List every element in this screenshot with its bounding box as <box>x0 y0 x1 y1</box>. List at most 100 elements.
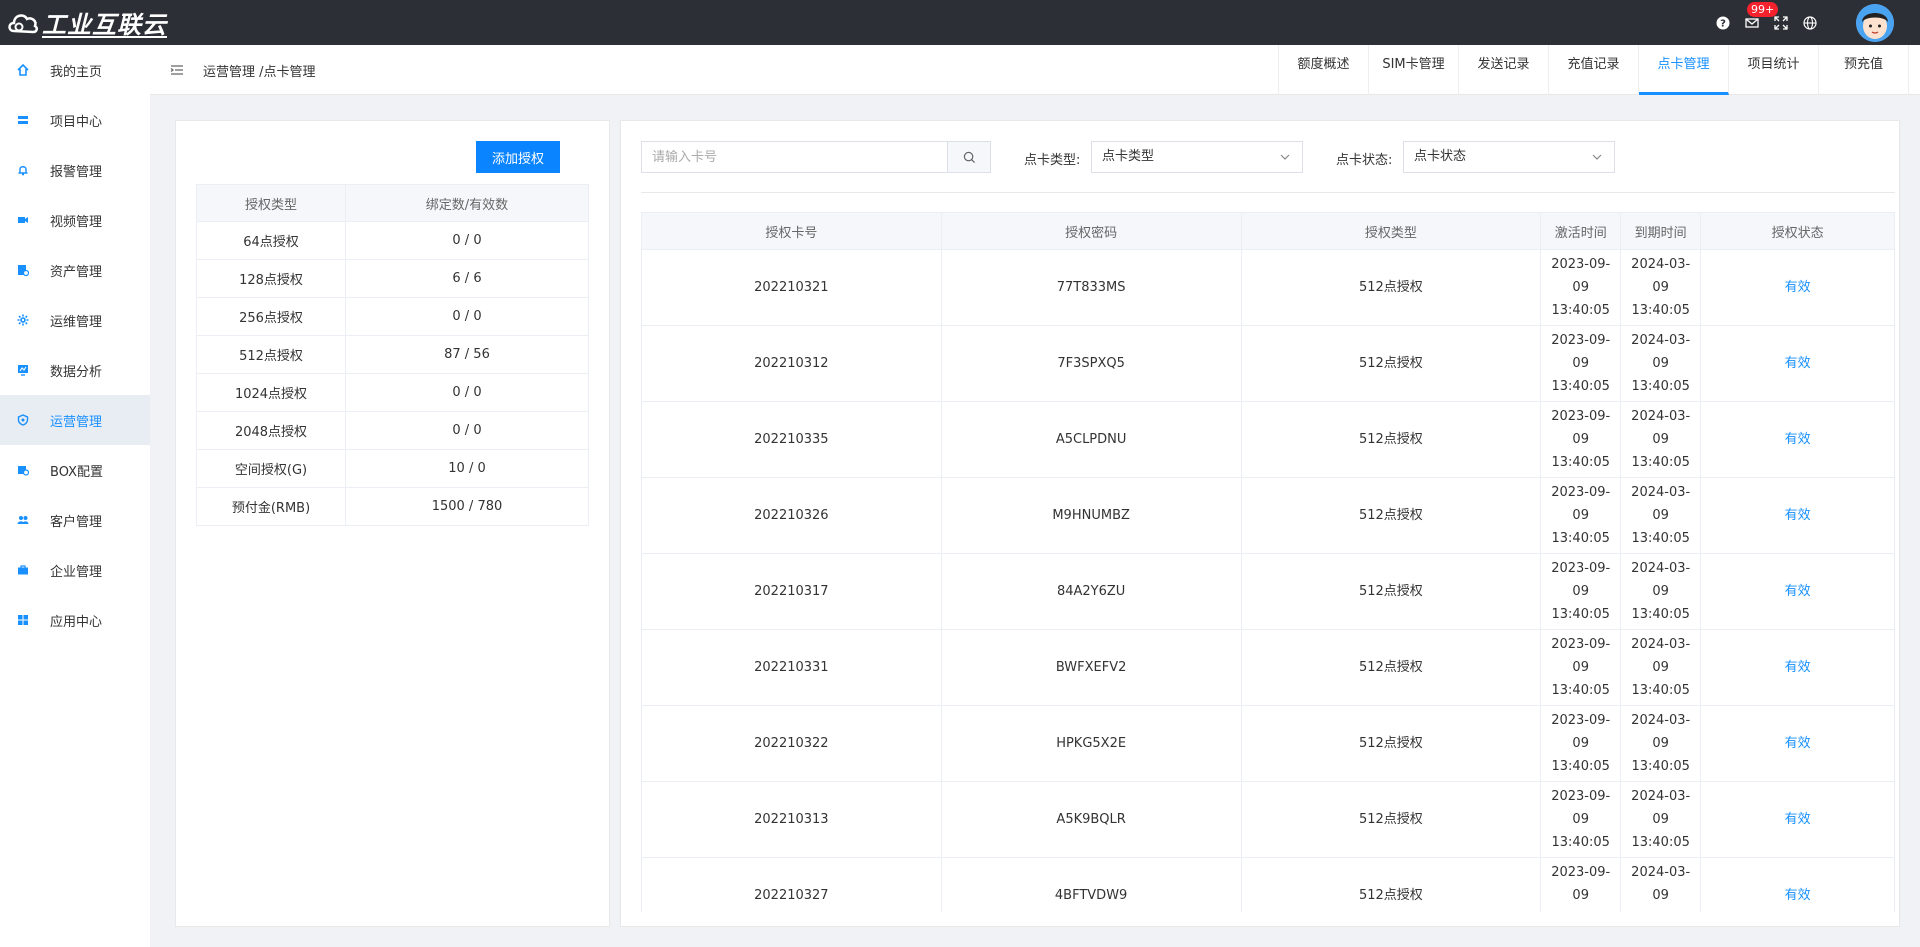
avatar[interactable] <box>1856 3 1894 42</box>
sidebar-item-label: 应用中心 <box>50 614 103 630</box>
tab-project-stats[interactable]: 项目统计 <box>1729 45 1819 95</box>
tab-card-management[interactable]: 点卡管理 <box>1639 45 1729 95</box>
help-icon[interactable]: ? <box>1716 16 1730 30</box>
bound-valid-cell: 0 / 0 <box>345 411 589 450</box>
tab-prepaid[interactable]: 预充值 <box>1819 45 1909 95</box>
status-cell[interactable]: 有效 <box>1700 781 1895 858</box>
status-cell[interactable]: 有效 <box>1700 705 1895 782</box>
sidebar-item-label: 运营管理 <box>50 414 103 430</box>
sidebar-item-video[interactable]: 视频管理 <box>0 195 150 245</box>
table-row: 202210335 A5CLPDNU 512点授权 2023-09-09 13:40:… <box>641 401 1895 478</box>
chart-icon <box>16 363 30 377</box>
sidebar-item-box-config[interactable]: BOX配置 <box>0 445 150 495</box>
sidebar-item-enterprise[interactable]: 企业管理 <box>0 545 150 595</box>
activation-time-cell: 2023-09-09 13:40:05 <box>1540 705 1622 782</box>
column-header: 授权类型 <box>196 184 346 222</box>
top-bar: 工业互联云 ? 99+ <box>0 0 1920 45</box>
search-button[interactable] <box>947 141 991 173</box>
activation-time-cell: 2023-09-09 13:40:05 <box>1540 629 1622 706</box>
search-icon <box>963 151 975 163</box>
auth-type-cell: 128点授权 <box>196 259 346 298</box>
sidebar-item-operations[interactable]: 运营管理 <box>0 395 150 445</box>
status-cell[interactable]: 有效 <box>1700 629 1895 706</box>
card-type-cell: 512点授权 <box>1240 629 1542 706</box>
sidebar-item-projects[interactable]: 项目中心 <box>0 95 150 145</box>
table-row: 202210313 A5K9BQLR 512点授权 2023-09-09 13:40:… <box>641 781 1895 858</box>
table-row: 空间授权(G) 10 / 0 <box>196 449 589 488</box>
table-row: 256点授权 0 / 0 <box>196 297 589 336</box>
card-number-cell: 202210312 <box>641 325 942 402</box>
card-type-cell: 512点授权 <box>1240 325 1542 402</box>
activation-time-cell: 2023-09-09 13:40:05 <box>1540 249 1622 326</box>
table-row: 202210312 7F3SPXQ5 512点授权 2023-09-09 13:40:… <box>641 325 1895 402</box>
sidebar-item-apps[interactable]: 应用中心 <box>0 595 150 645</box>
expiry-time-cell: 2024-03-09 13:40:05 <box>1620 249 1702 326</box>
chevron-down-icon <box>1592 154 1602 160</box>
table-row: 202210317 84A2Y6ZU 512点授权 2023-09-09 13:40:… <box>641 553 1895 630</box>
sidebar-item-analytics[interactable]: 数据分析 <box>0 345 150 395</box>
tab-recharge-records[interactable]: 充值记录 <box>1549 45 1639 95</box>
globe-icon[interactable] <box>1803 15 1817 30</box>
authorization-summary-table: 授权类型 绑定数/有效数 64点授权 0 / 0 128点授权 6 / 6 256点… <box>196 184 589 526</box>
card-number-cell: 202210326 <box>641 477 942 554</box>
status-cell[interactable]: 有效 <box>1700 325 1895 402</box>
sidebar-item-label: 我的主页 <box>50 64 103 80</box>
card-password-cell: A5K9BQLR <box>940 781 1242 858</box>
card-number-input[interactable] <box>641 141 947 173</box>
sidebar-item-label: 报警管理 <box>50 164 103 180</box>
card-password-cell: 7F3SPXQ5 <box>940 325 1242 402</box>
tab-send-records[interactable]: 发送记录 <box>1459 45 1549 95</box>
tab-quota-overview[interactable]: 额度概述 <box>1279 45 1369 95</box>
bound-valid-cell: 0 / 0 <box>345 373 589 412</box>
project-icon <box>16 113 30 127</box>
sidebar-item-label: 客户管理 <box>50 514 103 530</box>
sidebar-item-label: 项目中心 <box>50 114 103 130</box>
bound-valid-cell: 87 / 56 <box>345 335 589 374</box>
expiry-time-cell: 2024-03-09 13:40:05 <box>1620 477 1702 554</box>
expiry-time-cell: 2024-03-09 13:40:05 <box>1620 325 1702 402</box>
svg-text:?: ? <box>1720 18 1726 29</box>
column-header: 授权密码 <box>940 212 1242 250</box>
card-number-cell: 202210317 <box>641 553 942 630</box>
tab-bar: 额度概述 SIM卡管理 发送记录 充值记录 点卡管理 项目统计 预充值 <box>1278 45 1909 95</box>
notification-badge: 99+ <box>1747 1 1779 17</box>
sidebar-item-customers[interactable]: 客户管理 <box>0 495 150 545</box>
sidebar-item-label: 运维管理 <box>50 314 103 330</box>
users-icon <box>16 513 30 527</box>
card-status-value: 点卡状态 <box>1414 149 1467 164</box>
bound-valid-cell: 0 / 0 <box>345 221 589 260</box>
table-row: 1024点授权 0 / 0 <box>196 373 589 412</box>
bound-valid-cell: 0 / 0 <box>345 297 589 336</box>
sidebar-item-maintenance[interactable]: 运维管理 <box>0 295 150 345</box>
mail-icon[interactable]: 99+ <box>1745 1 1779 30</box>
add-authorization-button[interactable]: 添加授权 <box>476 141 560 173</box>
status-cell[interactable]: 有效 <box>1700 249 1895 326</box>
status-cell[interactable]: 有效 <box>1700 553 1895 630</box>
column-header: 授权状态 <box>1700 212 1895 250</box>
auth-type-cell: 2048点授权 <box>196 411 346 450</box>
sidebar-item-alarms[interactable]: 报警管理 <box>0 145 150 195</box>
status-cell[interactable]: 有效 <box>1700 477 1895 554</box>
fullscreen-icon[interactable] <box>1774 15 1788 30</box>
tab-sim-management[interactable]: SIM卡管理 <box>1369 45 1459 95</box>
card-status-select[interactable]: 点卡状态 <box>1403 141 1615 173</box>
logo-text: 工业互联云 <box>42 11 167 39</box>
sidebar-item-assets[interactable]: 资产管理 <box>0 245 150 295</box>
card-table: 授权卡号 授权密码 授权类型 激活时间 到期时间 授权状态 202210321 7… <box>641 212 1895 926</box>
status-cell[interactable]: 有效 <box>1700 401 1895 478</box>
asset-icon <box>16 263 30 277</box>
activation-time-cell: 2023-09-09 13:40:05 <box>1540 553 1622 630</box>
table-row: 202210331 BWFXEFV2 512点授权 2023-09-09 13:40:… <box>641 629 1895 706</box>
table-row: 2048点授权 0 / 0 <box>196 411 589 450</box>
expiry-time-cell: 2024-03-09 13:40:05 <box>1620 781 1702 858</box>
activation-time-cell: 2023-09-09 13:40:05 <box>1540 401 1622 478</box>
sidebar-item-home[interactable]: 我的主页 <box>0 45 150 95</box>
card-number-cell: 202210321 <box>641 249 942 326</box>
card-password-cell: HPKG5X2E <box>940 705 1242 782</box>
chevron-down-icon <box>1280 154 1290 160</box>
bell-icon <box>16 163 30 177</box>
menu-toggle-icon[interactable] <box>170 63 184 77</box>
expiry-time-cell: 2024-03-09 13:40:05 <box>1620 553 1702 630</box>
card-type-select[interactable]: 点卡类型 <box>1091 141 1303 173</box>
logo[interactable]: 工业互联云 <box>6 0 167 45</box>
